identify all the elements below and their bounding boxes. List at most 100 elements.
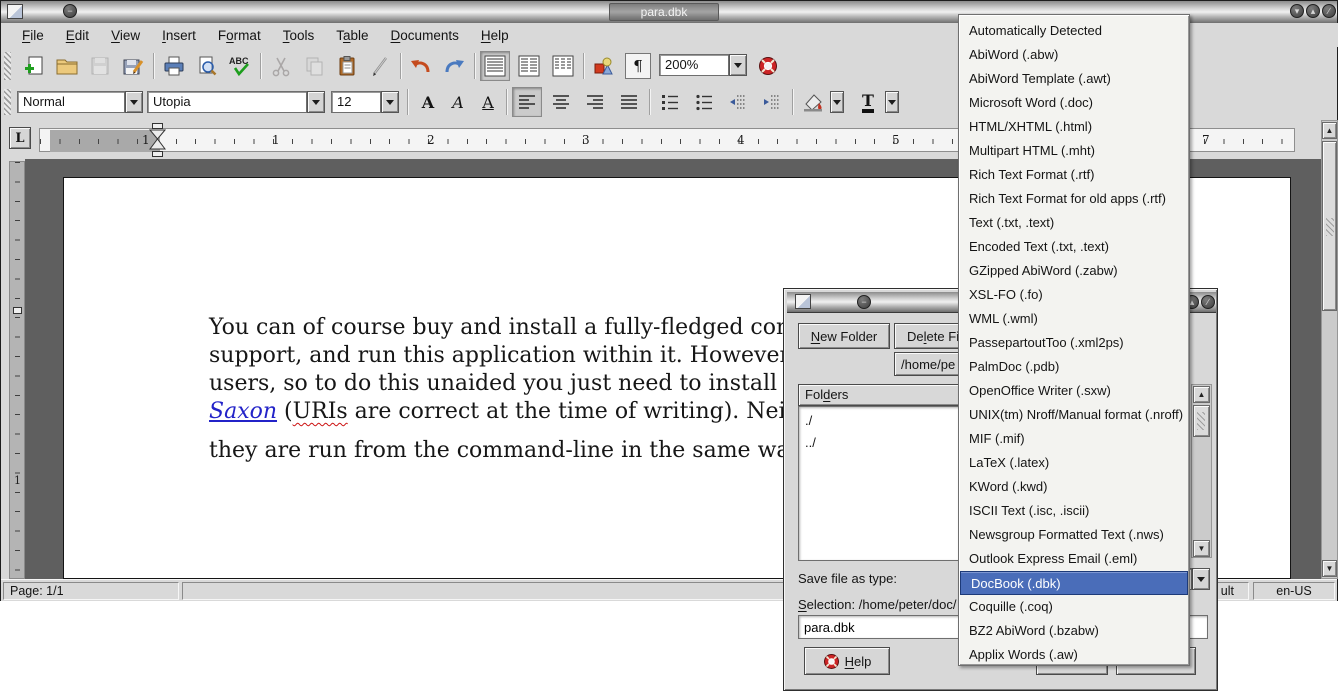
filetype-option[interactable]: Microsoft Word (.doc) [959,91,1189,115]
paste-button[interactable] [332,51,362,81]
left-indent-marker[interactable] [152,151,163,157]
menu-insert[interactable]: Insert [151,25,207,46]
filetype-option[interactable]: Text (.txt, .text) [959,211,1189,235]
font-combobox[interactable]: Utopia [147,91,325,113]
minimize-button[interactable]: ▾ [1290,4,1304,18]
align-right-button[interactable] [580,87,610,117]
style-combobox[interactable]: Normal [17,91,143,113]
filetype-option[interactable]: AbiWord Template (.awt) [959,67,1189,91]
maximize-button[interactable]: ▴ [1306,4,1320,18]
files-scroll-thumb[interactable] [1193,405,1210,437]
hyperlink-saxon[interactable]: Saxon [209,399,277,424]
folders-list[interactable]: ./../ [798,406,961,561]
one-column-button[interactable] [480,51,510,81]
zoom-dropdown-button[interactable] [729,54,747,76]
redo-button[interactable] [439,51,469,81]
filetype-option[interactable]: MIF (.mif) [959,427,1189,451]
underline-button[interactable]: A [473,87,503,117]
fill-color-dropdown[interactable] [830,91,844,113]
filetype-option[interactable]: LaTeX (.latex) [959,451,1189,475]
size-combobox[interactable]: 12 [331,91,399,113]
indent-marker-icon[interactable] [149,129,166,151]
filetype-option[interactable]: ISCII Text (.isc, .iscii) [959,499,1189,523]
filetype-option[interactable]: HTML/XHTML (.html) [959,115,1189,139]
help-button-toolbar[interactable] [753,51,783,81]
three-columns-button[interactable] [548,51,578,81]
file-type-dropdown-button[interactable] [1192,568,1210,590]
filetype-option[interactable]: AbiWord (.abw) [959,43,1189,67]
stylus-button[interactable] [365,51,395,81]
scroll-up-button[interactable]: ▲ [1322,122,1337,139]
menu-view[interactable]: View [100,25,151,46]
print-preview-button[interactable] [192,51,222,81]
filetype-option[interactable]: Automatically Detected [959,19,1189,43]
files-scroll-down[interactable]: ▼ [1193,540,1210,557]
text-color-dropdown[interactable] [885,91,899,113]
filetype-option[interactable]: Applix Words (.aw) [959,643,1189,667]
vertical-scrollbar[interactable]: ▲ ▼ [1321,120,1338,579]
folder-item[interactable]: ./ [799,410,960,432]
spellcheck-button[interactable]: ABC [225,51,255,81]
print-button[interactable] [159,51,189,81]
filetype-option[interactable]: Rich Text Format for old apps (.rtf) [959,187,1189,211]
toolbar-grip[interactable] [4,89,11,115]
bold-button[interactable]: A [413,87,443,117]
insert-shapes-button[interactable] [589,51,619,81]
filetype-option[interactable]: WML (.wml) [959,307,1189,331]
filetype-option[interactable]: Outlook Express Email (.eml) [959,547,1189,571]
toolbar-grip[interactable] [4,52,11,80]
new-folder-button[interactable]: New Folder [798,323,890,349]
undo-button[interactable] [406,51,436,81]
filetype-option[interactable]: Multipart HTML (.mht) [959,139,1189,163]
folder-item[interactable]: ../ [799,432,960,454]
style-dropdown-button[interactable] [125,91,143,113]
menu-help[interactable]: Help [470,25,520,46]
bulleted-list-button[interactable] [689,87,719,117]
formatting-marks-button[interactable]: ¶ [625,53,651,79]
files-scroll-up[interactable]: ▲ [1193,386,1210,403]
numbered-list-button[interactable] [655,87,685,117]
justify-button[interactable] [614,87,644,117]
save-as-button[interactable] [118,51,148,81]
filetype-option[interactable]: XSL-FO (.fo) [959,283,1189,307]
filetype-option[interactable]: KWord (.kwd) [959,475,1189,499]
filetype-option[interactable]: PalmDoc (.pdb) [959,355,1189,379]
size-dropdown-button[interactable] [381,91,399,113]
size-value[interactable]: 12 [331,91,381,113]
paragraph[interactable]: they are run from the command-line in th… [209,437,822,465]
tab-selector-button[interactable]: L [9,127,31,149]
shade-button[interactable]: − [63,4,77,18]
align-left-button[interactable] [512,87,542,117]
menu-table[interactable]: Table [325,25,379,46]
new-document-button[interactable] [19,51,49,81]
fill-color-button[interactable] [798,87,828,117]
filetype-option[interactable]: PassepartoutToo (.xml2ps) [959,331,1189,355]
align-center-button[interactable] [546,87,576,117]
close-button[interactable]: ∕ [1322,4,1336,18]
filetype-option[interactable]: DocBook (.dbk) [960,571,1188,595]
filetype-option[interactable]: UNIX(tm) Nroff/Manual format (.nroff) [959,403,1189,427]
dialog-close-button[interactable]: ∕ [1201,295,1215,309]
scrollbar-thumb[interactable] [1322,141,1337,311]
vertical-ruler[interactable]: 1 [9,161,25,579]
menu-documents[interactable]: Documents [380,25,470,46]
filetype-option[interactable]: OpenOffice Writer (.sxw) [959,379,1189,403]
document-text[interactable]: You can of course buy and install a full… [209,314,822,465]
dialog-help-button[interactable]: Help [804,647,890,675]
filetype-option[interactable]: BZ2 AbiWord (.bzabw) [959,619,1189,643]
filetype-option[interactable]: Coquille (.coq) [959,595,1189,619]
style-value[interactable]: Normal [17,91,125,113]
folders-list-header[interactable]: Folders [798,384,961,406]
filetype-option[interactable]: Encoded Text (.txt, .text) [959,235,1189,259]
increase-indent-button[interactable] [757,87,787,117]
language-cell[interactable]: en-US [1253,582,1335,600]
font-dropdown-button[interactable] [307,91,325,113]
filetype-option[interactable]: Rich Text Format (.rtf) [959,163,1189,187]
menu-format[interactable]: Format [207,25,272,46]
dialog-shade-button[interactable]: − [857,295,871,309]
decrease-indent-button[interactable] [723,87,753,117]
scroll-down-button[interactable]: ▼ [1322,560,1337,577]
filetype-option[interactable]: Newsgroup Formatted Text (.nws) [959,523,1189,547]
zoom-value[interactable]: 200% [659,54,729,76]
filetype-option[interactable]: GZipped AbiWord (.zabw) [959,259,1189,283]
